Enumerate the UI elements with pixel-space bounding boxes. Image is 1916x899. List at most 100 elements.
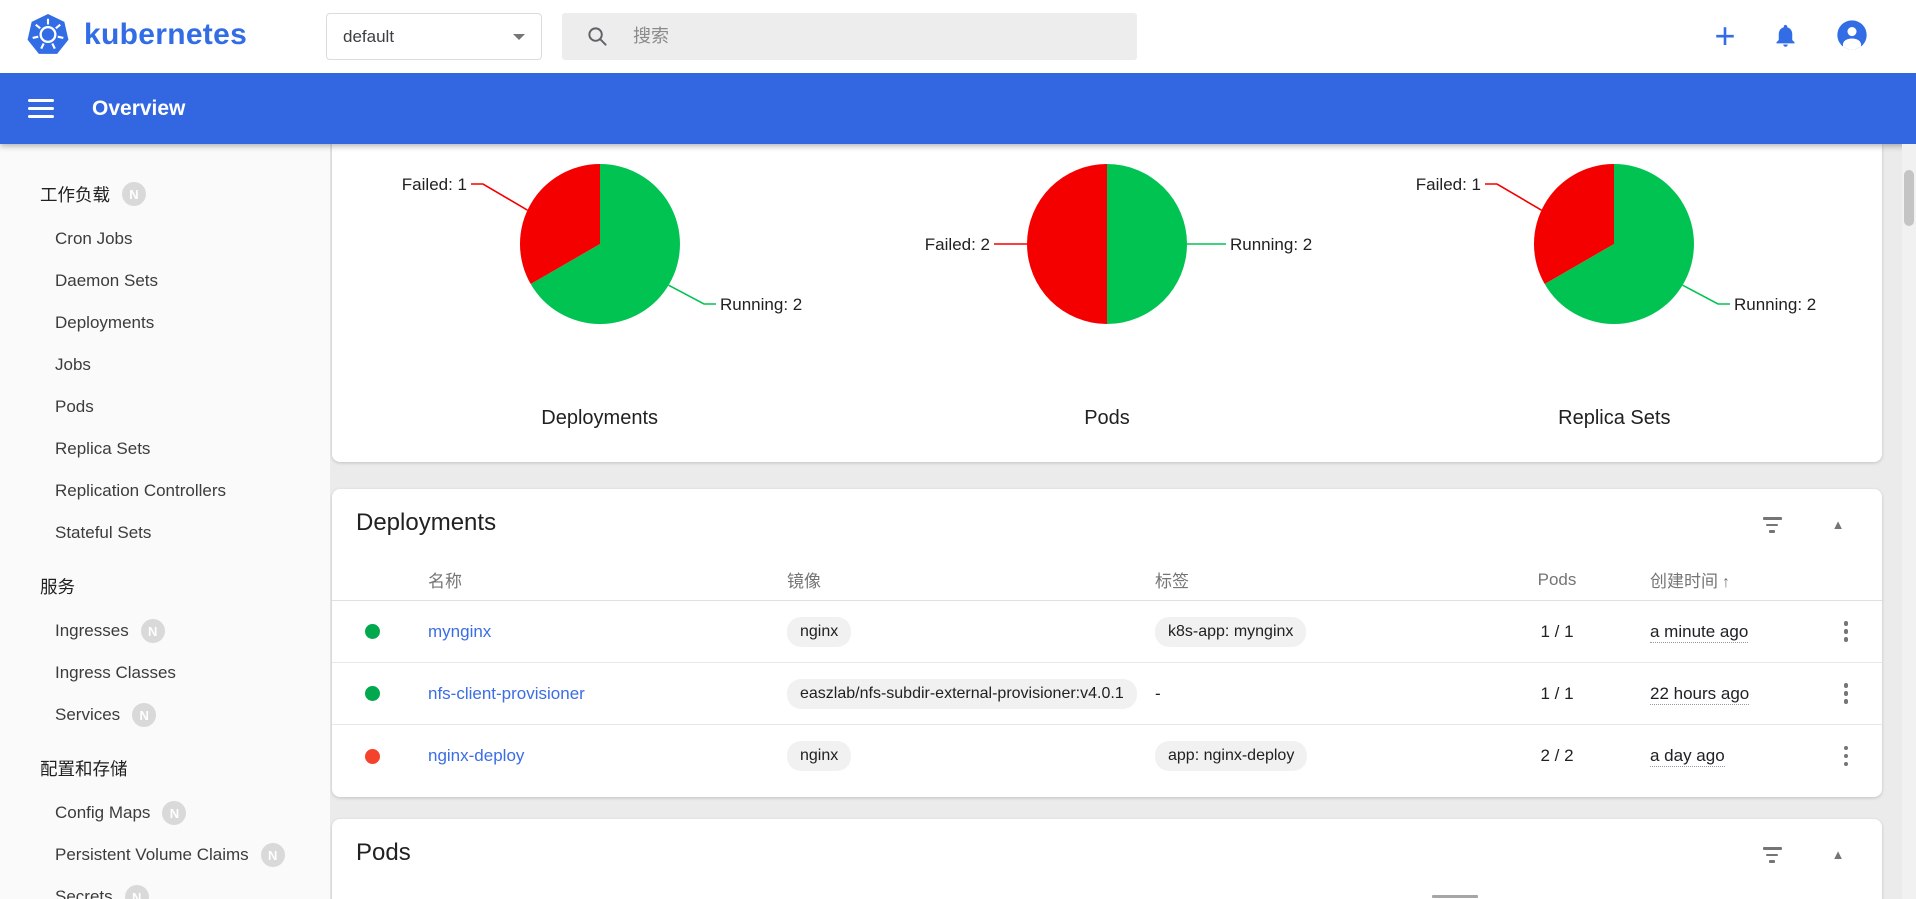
search-icon xyxy=(586,25,609,48)
cell-name: mynginx xyxy=(412,622,787,642)
card-title: Pods xyxy=(356,839,411,867)
sidebar-item-deployments[interactable]: Deployments xyxy=(0,302,330,344)
column-header-pods: Pods xyxy=(1507,570,1607,590)
app-bar: Overview xyxy=(0,73,1916,144)
sidebar-section-label: 工作负载 xyxy=(40,182,110,207)
filter-button[interactable] xyxy=(1758,513,1786,537)
app-logo[interactable]: kubernetes xyxy=(26,13,247,57)
resource-link[interactable]: mynginx xyxy=(428,622,491,641)
column-header-label: 名称 xyxy=(428,572,462,591)
sidebar-item-daemon-sets[interactable]: Daemon Sets xyxy=(0,260,330,302)
cell-labels: app: nginx-deploy xyxy=(1155,741,1507,771)
kebab-icon xyxy=(1834,681,1858,706)
account-icon xyxy=(1836,19,1868,51)
chart-caption: Replica Sets xyxy=(1558,404,1670,432)
chart-caption: Pods xyxy=(1084,404,1130,432)
column-header-created[interactable]: 创建时间↑ xyxy=(1607,567,1807,592)
search-input[interactable] xyxy=(633,26,1127,47)
callout-line xyxy=(1683,285,1730,304)
pie-chart-replica-sets: Failed: 1Running: 2Replica Sets xyxy=(1361,144,1868,462)
sidebar-section-label: 配置和存储 xyxy=(40,756,128,781)
sidebar-item-label: Ingresses xyxy=(55,621,129,641)
cell-pods: 1 / 1 xyxy=(1507,684,1607,704)
collapse-button[interactable]: ▲ xyxy=(1826,513,1850,537)
image-chip: nginx xyxy=(787,617,851,647)
table-row: nfs-client-provisionereaszlab/nfs-subdir… xyxy=(332,663,1882,725)
filter-icon xyxy=(1763,847,1782,850)
scrollbar-thumb[interactable] xyxy=(1904,170,1914,226)
row-menu-button[interactable] xyxy=(1834,744,1858,769)
table-row: mynginxnginxk8s-app: mynginx1 / 1a minut… xyxy=(332,601,1882,663)
callout-label: Failed: 2 xyxy=(925,235,990,254)
row-menu-button[interactable] xyxy=(1834,619,1858,644)
sidebar-item-secrets[interactable]: SecretsN xyxy=(0,876,330,899)
timestamp: 22 hours ago xyxy=(1650,684,1749,705)
status-icon-failed xyxy=(365,749,380,764)
pie-slice-running xyxy=(1107,164,1187,324)
sidebar-item-ingresses[interactable]: IngressesN xyxy=(0,610,330,652)
pie-slice-failed xyxy=(1027,164,1107,324)
kebab-icon xyxy=(1834,744,1858,769)
sidebar-item-config-maps[interactable]: Config Maps N xyxy=(0,792,330,834)
sidebar-item-cron-jobs[interactable]: Cron Jobs xyxy=(0,218,330,260)
cell-labels: k8s-app: mynginx xyxy=(1155,617,1507,647)
account-button[interactable] xyxy=(1836,19,1868,56)
sidebar: 工作负载NCron JobsDaemon SetsDeploymentsJobs… xyxy=(0,144,330,899)
callout-line xyxy=(1485,184,1542,210)
column-header-images: 镜像 xyxy=(787,567,1155,592)
row-menu-button[interactable] xyxy=(1834,681,1858,706)
n-badge: N xyxy=(132,703,156,727)
sidebar-section-config-and-storage: 配置和存储 xyxy=(0,744,330,792)
cell-created: 22 hours ago xyxy=(1607,684,1807,704)
cell-images: nginx xyxy=(787,617,1155,647)
n-badge: N xyxy=(261,843,285,867)
sidebar-item-services[interactable]: ServicesN xyxy=(0,694,330,736)
scrollbar[interactable] xyxy=(1902,144,1916,899)
pie-svg-deployments: Failed: 1Running: 2 xyxy=(350,144,850,402)
callout-label: Failed: 1 xyxy=(1416,175,1481,194)
hamburger-icon xyxy=(28,99,54,102)
sidebar-item-ingress-classes[interactable]: Ingress Classes xyxy=(0,652,330,694)
sidebar-section-workloads: 工作负载N xyxy=(0,170,330,218)
column-header-labels: 标签 xyxy=(1155,567,1507,592)
cell-images: nginx xyxy=(787,741,1155,771)
pie-svg-replica-sets: Failed: 1Running: 2 xyxy=(1364,144,1864,402)
label-chip: k8s-app: mynginx xyxy=(1155,617,1306,647)
sidebar-item-pods[interactable]: Pods xyxy=(0,386,330,428)
namespace-select[interactable]: default xyxy=(326,13,542,60)
resource-link[interactable]: nginx-deploy xyxy=(428,746,524,765)
callout-line xyxy=(471,184,528,210)
sidebar-item-label: Deployments xyxy=(55,313,154,333)
resource-link[interactable]: nfs-client-provisioner xyxy=(428,684,585,703)
callout-label: Running: 2 xyxy=(720,295,802,314)
chevron-down-icon xyxy=(513,34,525,40)
column-header-label: 镜像 xyxy=(787,572,821,591)
filter-button[interactable] xyxy=(1758,843,1786,867)
create-button[interactable]: + xyxy=(1704,16,1746,58)
sidebar-item-jobs[interactable]: Jobs xyxy=(0,344,330,386)
timestamp: a day ago xyxy=(1650,746,1725,767)
menu-button[interactable] xyxy=(28,94,54,123)
sidebar-item-replica-sets[interactable]: Replica Sets xyxy=(0,428,330,470)
labels-empty: - xyxy=(1155,684,1161,703)
cell-status xyxy=(356,749,412,764)
deployments-card-header: Deployments ▲ xyxy=(332,489,1882,559)
sidebar-item-label: Replica Sets xyxy=(55,439,150,459)
sidebar-item-label: Jobs xyxy=(55,355,91,375)
card-title: Deployments xyxy=(356,509,496,537)
n-badge: N xyxy=(162,801,186,825)
column-header-name[interactable]: 名称 xyxy=(412,567,787,592)
cell-status xyxy=(356,686,412,701)
sidebar-item-stateful-sets[interactable]: Stateful Sets xyxy=(0,512,330,554)
sidebar-item-label: Daemon Sets xyxy=(55,271,158,291)
plus-icon: + xyxy=(1714,15,1735,56)
notifications-button[interactable] xyxy=(1772,22,1799,54)
sidebar-item-label: Config Maps xyxy=(55,803,150,823)
collapse-icon: ▲ xyxy=(1832,847,1845,862)
sidebar-item-replication-controllers[interactable]: Replication Controllers xyxy=(0,470,330,512)
callout-label: Running: 2 xyxy=(1230,235,1312,254)
cell-created: a minute ago xyxy=(1607,622,1807,642)
sidebar-item-persistent-volume-claims[interactable]: Persistent Volume ClaimsN xyxy=(0,834,330,876)
pie-svg-pods: Failed: 2 Running: 2 xyxy=(857,144,1357,402)
collapse-button[interactable]: ▲ xyxy=(1826,843,1850,867)
